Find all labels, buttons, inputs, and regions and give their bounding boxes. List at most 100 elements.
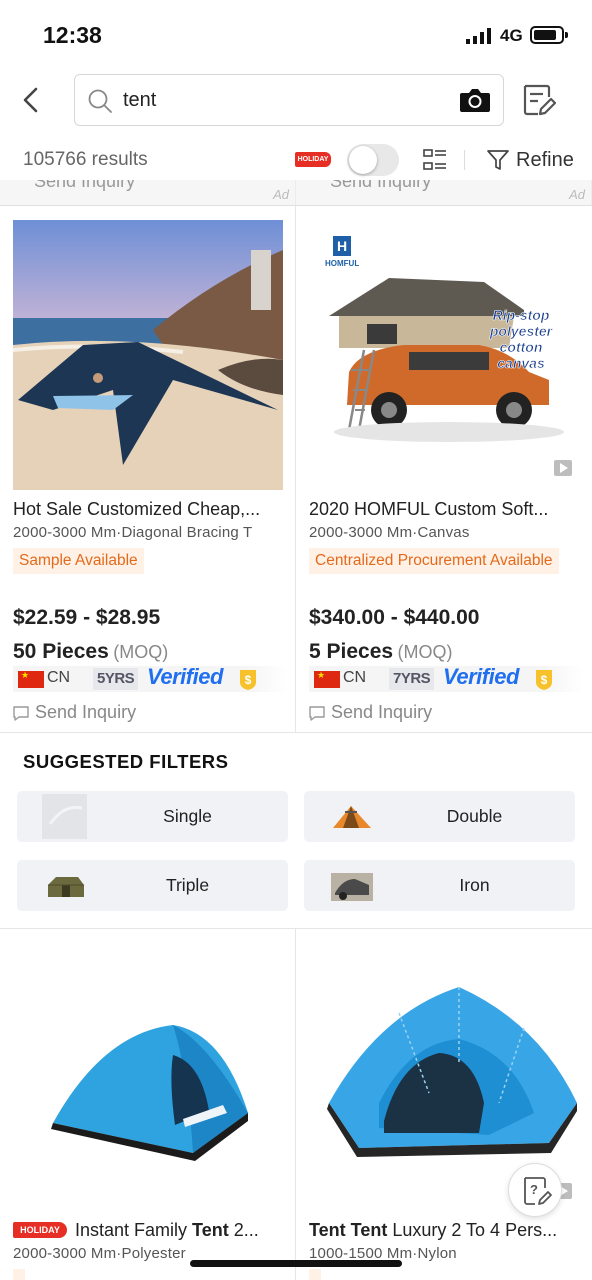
help-edit-icon: ? (524, 1177, 552, 1205)
sample-available-tag: Sample Available (13, 548, 144, 574)
product-card[interactable]: Hot Sale Customized Cheap,... 2000-3000 … (0, 206, 295, 732)
filter-chip-double[interactable]: Double (304, 791, 575, 842)
list-view-icon[interactable] (423, 148, 447, 172)
holiday-badge: HOLIDAY (295, 152, 331, 167)
product-image-beach-tent[interactable] (13, 220, 283, 490)
product-price: $340.00 - $440.00 (309, 606, 480, 629)
product-card[interactable]: H HOMFUL Rip-stop polyester cotton canva… (296, 206, 592, 732)
send-inquiry-label: Send Inquiry (35, 702, 137, 722)
rfq-icon[interactable] (520, 82, 556, 118)
ad-label: Ad (273, 187, 289, 202)
ad-label: Ad (569, 187, 585, 202)
product-card[interactable]: HOLIDAY Instant Family Tent 2... 2000-300… (0, 929, 295, 1280)
svg-text:?: ? (530, 1182, 538, 1197)
refine-label: Refine (516, 149, 574, 171)
product-image-roof-tent[interactable]: H HOMFUL Rip-stop polyester cotton canva… (309, 220, 579, 490)
filter-chip-triple[interactable]: Triple (17, 860, 288, 911)
title-text: Luxury 2 To 4 Pers... (387, 1220, 558, 1240)
gold-supplier-icon: $ (240, 670, 256, 690)
message-icon (13, 706, 29, 721)
filter-icon (487, 150, 509, 170)
svg-text:$: $ (245, 673, 252, 687)
signal-icon (466, 28, 491, 44)
help-button[interactable]: ? (508, 1163, 562, 1217)
toolbar-divider (464, 150, 465, 170)
previous-products-row: Send Inquiry Ad Send Inquiry Ad (0, 180, 592, 206)
verified-badge: Verified (147, 664, 223, 689)
single-tent-thumbnail (42, 794, 87, 839)
moq-label: (MOQ) (113, 642, 169, 662)
product-title[interactable]: HOLIDAY Instant Family Tent 2... (13, 1220, 283, 1241)
moq-quantity: 50 Pieces (13, 640, 109, 663)
roof-tent-photo: H HOMFUL Rip-stop polyester cotton canva… (309, 220, 579, 490)
back-arrow-icon[interactable] (18, 86, 46, 114)
supplier-info[interactable]: CN 5YRS Verified $ (13, 664, 288, 692)
product-title[interactable]: Tent Tent Luxury 2 To 4 Pers... (309, 1220, 579, 1241)
product-title[interactable]: Hot Sale Customized Cheap,... (13, 499, 283, 520)
battery-icon (530, 26, 568, 44)
svg-text:$: $ (541, 673, 548, 687)
supplier-years: 7YRS (389, 668, 435, 690)
filter-chip-label: Iron (459, 875, 490, 895)
product-attributes: 2000-3000 Mm·Diagonal Bracing T (13, 524, 253, 541)
gold-supplier-icon: $ (536, 670, 552, 690)
holiday-toggle[interactable] (347, 144, 399, 176)
search-icon (88, 89, 112, 113)
image-caption-line: polyester (489, 323, 554, 339)
message-icon (309, 706, 325, 721)
iron-tent-thumbnail (331, 873, 373, 901)
column-divider (295, 929, 296, 1280)
prev-send-inquiry[interactable]: Send Inquiry (330, 180, 431, 192)
filter-chip-single[interactable]: Single (17, 791, 288, 842)
product-title[interactable]: 2020 HOMFUL Custom Soft... (309, 499, 579, 520)
moq-label: (MOQ) (397, 642, 453, 662)
filter-chip-label: Triple (165, 875, 210, 895)
home-indicator (190, 1260, 402, 1267)
prev-card-right[interactable]: Send Inquiry Ad (296, 180, 591, 205)
holiday-tag: HOLIDAY (13, 1222, 67, 1238)
beach-tent-photo (13, 220, 283, 490)
double-tent-thumbnail (333, 806, 371, 828)
prev-send-inquiry[interactable]: Send Inquiry (34, 180, 135, 192)
china-flag-icon (314, 670, 340, 688)
title-keyword: Tent (192, 1220, 229, 1240)
filter-chip-iron[interactable]: Iron (304, 860, 575, 911)
status-bar: 12:38 4G (0, 0, 592, 70)
moq: 5 Pieces (MOQ) (309, 640, 453, 664)
verified-badge: Verified (443, 664, 519, 689)
filter-chip-label: Single (163, 806, 212, 826)
title-text: 2... (228, 1220, 259, 1240)
china-flag-icon (18, 670, 44, 688)
video-play-icon[interactable] (554, 460, 572, 476)
brand-logo: HOMFUL (325, 259, 359, 268)
row-divider (0, 732, 592, 733)
status-time: 12:38 (43, 22, 102, 48)
moq: 50 Pieces (MOQ) (13, 640, 168, 664)
procurement-tag (13, 1269, 25, 1280)
blue-tent-photo (13, 943, 283, 1213)
title-keyword: Tent Tent (309, 1220, 388, 1240)
search-query[interactable]: tent (123, 89, 156, 112)
title-text: Instant Family (75, 1220, 193, 1240)
supplier-years: 5YRS (93, 668, 139, 690)
results-count: 105766 results (23, 149, 148, 170)
network-type: 4G (500, 26, 523, 45)
country-code: CN (47, 669, 71, 686)
camera-icon[interactable] (459, 86, 491, 114)
product-image-instant-tent[interactable] (13, 943, 283, 1213)
product-card[interactable]: Tent Tent Luxury 2 To 4 Pers... 1000-150… (296, 929, 592, 1280)
image-caption-line: Rip-stop (493, 307, 550, 323)
image-caption-line: canvas (497, 355, 545, 371)
search-input[interactable]: tent (74, 74, 504, 126)
supplier-info[interactable]: CN 7YRS Verified $ (309, 664, 584, 692)
product-price: $22.59 - $28.95 (13, 606, 161, 629)
send-inquiry-label: Send Inquiry (331, 702, 433, 722)
filter-chip-label: Double (446, 806, 503, 826)
svg-text:H: H (337, 238, 347, 254)
prev-card-left[interactable]: Send Inquiry Ad (0, 180, 295, 205)
image-caption-line: cotton (500, 339, 543, 355)
triple-tent-thumbnail (48, 877, 84, 897)
suggested-filters-title: SUGGESTED FILTERS (23, 751, 229, 772)
product-attributes: 2000-3000 Mm·Canvas (309, 524, 470, 541)
country-code: CN (343, 669, 367, 686)
